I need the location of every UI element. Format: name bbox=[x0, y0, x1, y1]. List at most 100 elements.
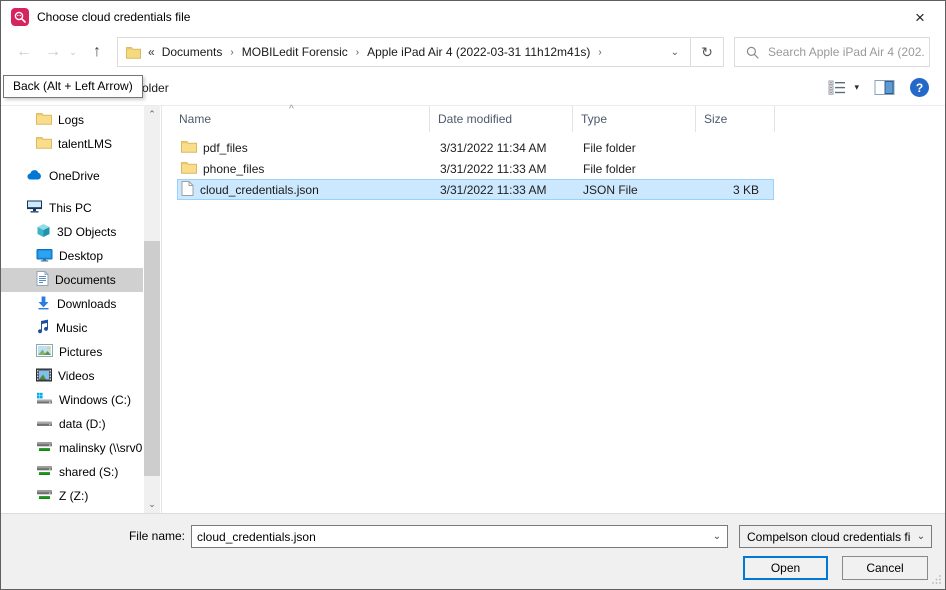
breadcrumb-mobiledit-forensic[interactable]: MOBILedit Forensic bbox=[242, 45, 348, 59]
breadcrumb-separator-icon[interactable]: › bbox=[598, 47, 601, 58]
folder-icon bbox=[36, 136, 52, 152]
sidebar-item-label: Videos bbox=[58, 369, 94, 383]
address-dropdown-icon[interactable]: ⌄ bbox=[671, 47, 679, 58]
column-header-size[interactable]: Size bbox=[696, 106, 775, 132]
size-cell: 3 KB bbox=[698, 183, 770, 197]
sidebar-item-label: malinsky (\\srv0 bbox=[59, 441, 142, 455]
sidebar-item-label: Pictures bbox=[59, 345, 102, 359]
file-name-input[interactable] bbox=[192, 530, 707, 544]
film-icon bbox=[36, 368, 52, 385]
sidebar-item-label: Z (Z:) bbox=[59, 489, 88, 503]
drive-icon bbox=[36, 416, 53, 433]
file-type-value: Compelson cloud credentials fi bbox=[740, 530, 911, 544]
scroll-down-icon[interactable]: ⌄ bbox=[144, 499, 160, 510]
sidebar-item-3d-objects[interactable]: 3D Objects bbox=[1, 220, 161, 244]
sidebar-item-label: Desktop bbox=[59, 249, 103, 263]
search-icon bbox=[746, 46, 759, 59]
chevron-down-icon: ⌄ bbox=[911, 531, 931, 542]
file-list-pane: ^ Name Date modified Type Size pdf_files… bbox=[161, 106, 945, 513]
sidebar-item-desktop[interactable]: Desktop bbox=[1, 244, 161, 268]
breadcrumb-apple-ipad[interactable]: Apple iPad Air 4 (2022-03-31 11h12m41s) bbox=[367, 45, 590, 59]
name-cell: phone_files bbox=[178, 161, 432, 177]
3d-cube-icon bbox=[36, 223, 51, 241]
up-button[interactable]: ↑ bbox=[86, 43, 108, 61]
scrollbar-thumb[interactable] bbox=[144, 241, 160, 476]
sidebar-item-label: Documents bbox=[55, 273, 116, 287]
sidebar-item-data-d[interactable]: data (D:) bbox=[1, 412, 161, 436]
dialog-footer: File name: ⌄ Compelson cloud credentials… bbox=[1, 513, 945, 589]
chevron-down-icon[interactable]: ⌄ bbox=[707, 531, 727, 542]
help-button[interactable]: ? bbox=[910, 78, 929, 97]
main-area: Logs talentLMS OneDrive This PC 3D Objec… bbox=[1, 106, 945, 513]
title-bar: Choose cloud credentials file × bbox=[1, 1, 945, 33]
sidebar-item-pictures[interactable]: Pictures bbox=[1, 340, 161, 364]
column-header-date-modified[interactable]: Date modified bbox=[430, 106, 573, 132]
column-header-type[interactable]: Type bbox=[573, 106, 696, 132]
system-drive-icon bbox=[36, 392, 53, 409]
sort-ascending-icon: ^ bbox=[289, 104, 294, 115]
recent-locations-dropdown-icon[interactable]: ⌄ bbox=[67, 47, 79, 58]
folder-icon bbox=[181, 161, 197, 177]
sidebar-item-videos[interactable]: Videos bbox=[1, 364, 161, 388]
sidebar-item-z-drive[interactable]: Z (Z:) bbox=[1, 484, 161, 508]
type-cell: File folder bbox=[575, 141, 698, 155]
refresh-button[interactable]: ↻ bbox=[691, 37, 724, 67]
network-drive-icon bbox=[36, 488, 53, 505]
file-name-combobox[interactable]: ⌄ bbox=[191, 525, 728, 548]
sidebar-item-music[interactable]: Music bbox=[1, 316, 161, 340]
resize-grip[interactable] bbox=[932, 573, 942, 587]
onedrive-cloud-icon bbox=[26, 169, 43, 184]
folder-icon bbox=[36, 112, 52, 128]
file-row-cloud-credentials[interactable]: cloud_credentials.json 3/31/2022 11:33 A… bbox=[177, 179, 774, 200]
sidebar-scrollbar[interactable]: ⌃ ⌄ bbox=[144, 106, 160, 513]
column-header-name[interactable]: Name bbox=[162, 106, 430, 132]
desktop-monitor-icon bbox=[36, 248, 53, 265]
file-type-dropdown[interactable]: Compelson cloud credentials fi ⌄ bbox=[739, 525, 932, 548]
breadcrumb-separator-icon[interactable]: › bbox=[356, 47, 359, 58]
back-button[interactable]: ← bbox=[13, 43, 35, 61]
name-cell: pdf_files bbox=[178, 140, 432, 156]
sidebar-item-talentlms[interactable]: talentLMS bbox=[1, 132, 161, 156]
navigation-pane: Logs talentLMS OneDrive This PC 3D Objec… bbox=[1, 106, 161, 513]
sidebar-item-logs[interactable]: Logs bbox=[1, 108, 161, 132]
scroll-up-icon[interactable]: ⌃ bbox=[144, 109, 160, 120]
sidebar-item-shared-s[interactable]: shared (S:) bbox=[1, 460, 161, 484]
sidebar-item-label: talentLMS bbox=[58, 137, 112, 151]
date-cell: 3/31/2022 11:34 AM bbox=[432, 141, 575, 155]
type-cell: JSON File bbox=[575, 183, 698, 197]
sidebar-item-label: This PC bbox=[49, 201, 92, 215]
sidebar-item-downloads[interactable]: Downloads bbox=[1, 292, 161, 316]
sidebar-item-onedrive[interactable]: OneDrive bbox=[1, 164, 161, 188]
sidebar-item-malinsky[interactable]: malinsky (\\srv0 bbox=[1, 436, 161, 460]
date-cell: 3/31/2022 11:33 AM bbox=[432, 183, 575, 197]
close-icon[interactable]: × bbox=[905, 9, 935, 26]
breadcrumb-documents[interactable]: Documents bbox=[162, 45, 223, 59]
sidebar-item-label: data (D:) bbox=[59, 417, 106, 431]
search-input[interactable] bbox=[768, 45, 929, 59]
sidebar-item-documents[interactable]: Documents bbox=[1, 268, 143, 292]
cancel-button[interactable]: Cancel bbox=[842, 556, 928, 580]
document-icon bbox=[36, 271, 49, 289]
open-button[interactable]: Open bbox=[743, 556, 828, 580]
dialog-title: Choose cloud credentials file bbox=[37, 10, 190, 24]
file-row-pdf-files[interactable]: pdf_files 3/31/2022 11:34 AM File folder bbox=[177, 137, 774, 158]
sidebar-item-label: OneDrive bbox=[49, 169, 100, 183]
sidebar-item-windows-c[interactable]: Windows (C:) bbox=[1, 388, 161, 412]
sidebar-item-this-pc[interactable]: This PC bbox=[1, 196, 161, 220]
forward-button[interactable]: → bbox=[42, 43, 64, 61]
new-folder-button-clipped[interactable]: older bbox=[142, 81, 169, 95]
view-options-dropdown-icon[interactable]: ▾ bbox=[854, 82, 859, 93]
refresh-icon: ↻ bbox=[701, 44, 713, 61]
file-name: pdf_files bbox=[203, 141, 248, 155]
breadcrumb-overflow[interactable]: « bbox=[148, 45, 155, 59]
file-row-phone-files[interactable]: phone_files 3/31/2022 11:33 AM File fold… bbox=[177, 158, 774, 179]
search-box[interactable] bbox=[734, 37, 930, 67]
address-bar[interactable]: « Documents › MOBILedit Forensic › Apple… bbox=[117, 37, 691, 67]
navigation-bar: ← → ⌄ ↑ « Documents › MOBILedit Forensic… bbox=[1, 33, 945, 71]
details-view-icon[interactable] bbox=[828, 80, 847, 95]
date-cell: 3/31/2022 11:33 AM bbox=[432, 162, 575, 176]
picture-icon bbox=[36, 344, 53, 360]
preview-pane-icon[interactable] bbox=[874, 79, 895, 96]
breadcrumb-separator-icon[interactable]: › bbox=[230, 47, 233, 58]
command-toolbar: Back (Alt + Left Arrow) older ▾ ? bbox=[1, 71, 945, 106]
